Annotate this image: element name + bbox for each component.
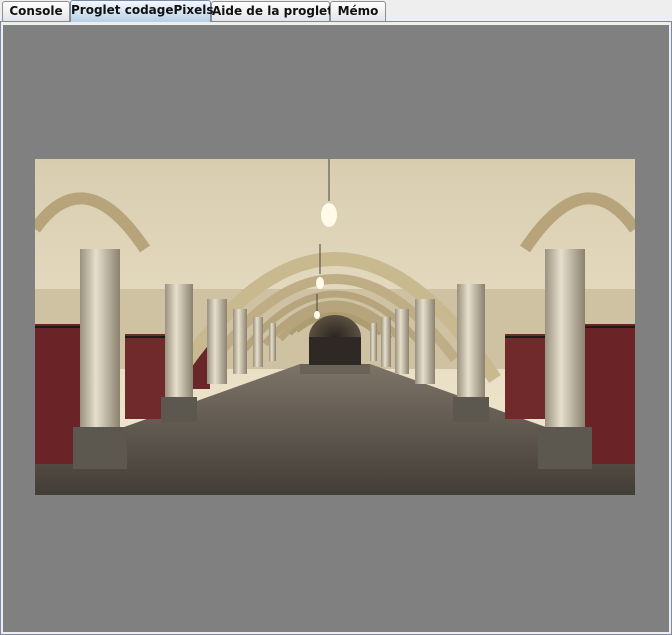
tab-bar: Console Proglet codagePixels Aide de la … xyxy=(0,0,672,22)
tab-aide-de-la-proglet[interactable]: Aide de la proglet xyxy=(211,1,333,21)
canvas-image xyxy=(35,159,635,495)
tab-console[interactable]: Console xyxy=(2,1,70,21)
tab-proglet-codagepixels[interactable]: Proglet codagePixels xyxy=(70,0,214,22)
tab-memo[interactable]: Mémo xyxy=(330,1,386,21)
